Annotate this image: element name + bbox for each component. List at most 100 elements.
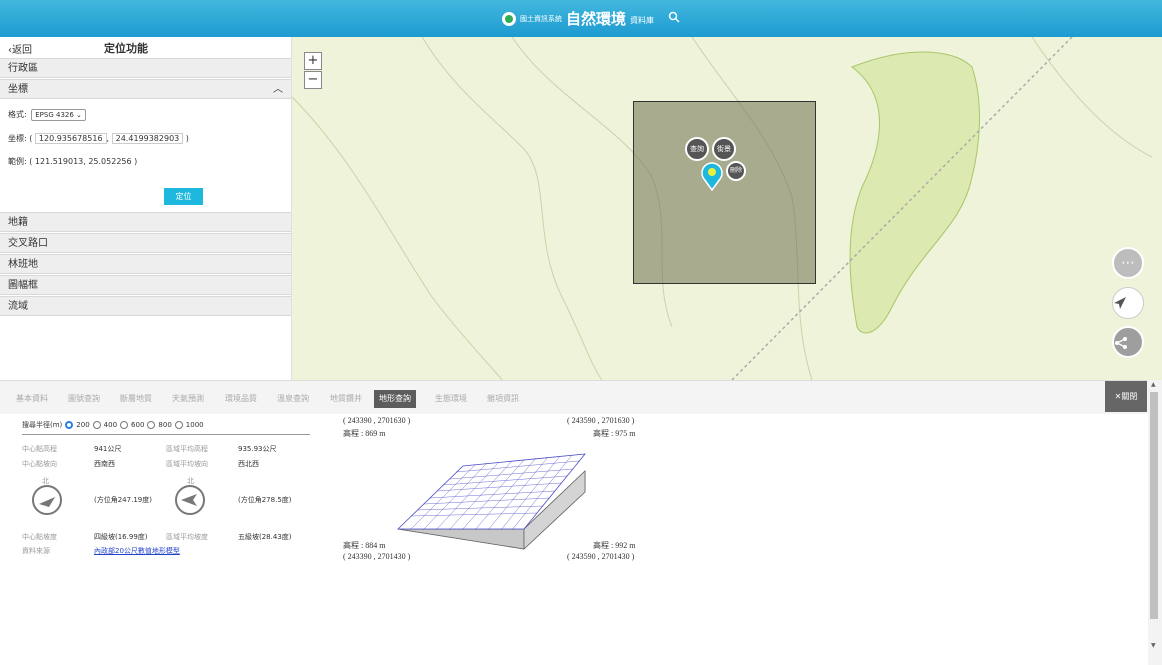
tab-drill[interactable]: 地質鑽井: [330, 390, 362, 408]
bl-coord: ( 243390 , 2701430 ): [343, 552, 411, 561]
panel-topbar: ‹返回 定位功能: [0, 37, 291, 57]
tab-hotspring[interactable]: 溫泉查詢: [277, 390, 309, 408]
scroll-thumb[interactable]: [1150, 392, 1158, 619]
tab-basic[interactable]: 基本資料: [16, 390, 48, 408]
close-button[interactable]: ✕關閉: [1105, 381, 1147, 412]
chevron-up-icon: ︿: [273, 84, 283, 95]
page-title: 定位功能: [104, 42, 148, 55]
more-options-button[interactable]: ⋯: [1112, 247, 1144, 279]
format-label: 格式:: [8, 110, 27, 119]
format-value: EPSG 4326: [35, 111, 74, 119]
radius-option: 600: [131, 421, 145, 429]
tab-weather[interactable]: 天氣預測: [172, 390, 204, 408]
source-label: 資料來源: [22, 547, 50, 555]
navigate-icon: [1114, 297, 1126, 309]
radius-radio-600[interactable]: [120, 421, 129, 429]
tab-environment[interactable]: 環境品質: [225, 390, 257, 408]
chevron-down-icon: ⌄: [76, 111, 82, 119]
back-button[interactable]: ‹返回: [8, 41, 32, 56]
center-slope-value: 四級坡(16.99度): [94, 533, 148, 541]
area-angle: (方位角278.5度): [238, 496, 292, 504]
locate-button[interactable]: 定位: [164, 188, 203, 205]
tl-coord: ( 243390 , 2701630 ): [343, 416, 411, 425]
tab-ecology[interactable]: 生態環境: [435, 390, 467, 408]
section-label: 圖幅框: [8, 280, 38, 291]
scrollbar[interactable]: ▲ ▼: [1148, 380, 1162, 665]
app-subtitle: 資料庫: [630, 16, 655, 25]
center-aspect-label: 中心點坡向: [22, 460, 57, 468]
section-label: 行政區: [8, 63, 38, 74]
area-elev-label: 區域平均高程: [166, 445, 208, 453]
section-label: 地籍: [8, 217, 28, 228]
compass-icon: [175, 485, 205, 515]
query-button[interactable]: 查詢: [685, 137, 709, 161]
compass-icon: [32, 485, 62, 515]
tr-elev: 高程 : 975 m: [593, 429, 636, 438]
area-elev-value: 935.93公尺: [238, 445, 277, 453]
source-link[interactable]: 內政部20公尺數值地形模型: [94, 546, 180, 556]
more-icon: ⋯: [1121, 255, 1135, 271]
area-aspect-label: 區域平均坡向: [166, 460, 208, 468]
radius-radio-400[interactable]: [92, 421, 101, 429]
radius-option: 200: [76, 421, 90, 429]
scroll-down-icon[interactable]: ▼: [1151, 642, 1156, 649]
coord-y-input[interactable]: 24.4199382903: [111, 133, 184, 144]
locate-panel: ‹返回 定位功能 行政區 坐標 ︿ 格式: EPSG 4326 ⌄ 坐標: ( 1…: [0, 37, 292, 380]
delete-button[interactable]: 刪除: [726, 161, 746, 181]
area-slope-label: 區域平均坡度: [166, 533, 208, 541]
area-slope-value: 五級坡(28.43度): [238, 533, 292, 541]
coord-label: 坐標: (: [8, 134, 33, 143]
tab-fault[interactable]: 斷層地質: [120, 390, 152, 408]
query-tabs: 基本資料 圖號查詢 斷層地質 天氣預測 環境品質 溫泉查詢 地質鑽井 地形查詢 …: [0, 380, 1148, 414]
zoom-out-button[interactable]: −: [304, 71, 322, 89]
section-coordinate[interactable]: 坐標 ︿: [0, 79, 291, 99]
comma: ,: [106, 134, 110, 143]
coord-x-input[interactable]: 120.935678516: [34, 133, 107, 144]
center-angle: (方位角247.19度): [94, 496, 152, 504]
format-row: 格式: EPSG 4326 ⌄: [8, 109, 86, 121]
section-label: 坐標: [8, 84, 28, 95]
streetview-button[interactable]: 街景: [712, 137, 736, 161]
close-paren: ): [185, 134, 189, 143]
section-forest[interactable]: 林班地: [0, 254, 291, 274]
section-label: 交叉路口: [8, 238, 48, 249]
section-admin[interactable]: 行政區: [0, 58, 291, 78]
example-text: 範例: ( 121.519013, 25.052256 ): [8, 157, 138, 166]
bl-elev: 高程 : 884 m: [343, 541, 386, 550]
zoom-in-button[interactable]: +: [304, 52, 322, 70]
section-cadastral[interactable]: 地籍: [0, 212, 291, 232]
tab-terrain[interactable]: 地形查詢: [374, 390, 416, 408]
location-pin-icon[interactable]: [700, 161, 724, 191]
coordinate-form: 格式: EPSG 4326 ⌄ 坐標: ( 120.935678516, 24.…: [0, 99, 291, 211]
terrain-3d-view: ( 243390 , 2701630 ) 高程 : 869 m ( 243590…: [340, 414, 650, 564]
center-slope-label: 中心點坡度: [22, 533, 57, 541]
my-location-button[interactable]: [1112, 287, 1144, 319]
terrain-block-icon: [397, 453, 586, 550]
map-view[interactable]: + − 查詢 街景 刪除 ⋯: [292, 37, 1162, 380]
radius-radio-800[interactable]: [147, 421, 156, 429]
share-button[interactable]: [1112, 326, 1144, 358]
center-elev-label: 中心點高程: [22, 445, 57, 453]
logo-icon: [502, 11, 516, 26]
br-coord: ( 243590 , 2701430 ): [567, 552, 635, 561]
radius-radio-200[interactable]: [65, 421, 74, 429]
tab-misc[interactable]: 雜項資訊: [487, 390, 519, 408]
section-basin[interactable]: 流域: [0, 296, 291, 316]
system-name: 國土資訊系統: [520, 14, 562, 23]
section-label: 流域: [8, 301, 28, 312]
app-title: 自然環境: [566, 10, 627, 28]
radius-radio-1000[interactable]: [174, 421, 183, 429]
radius-label: 搜尋半徑(m): [22, 421, 63, 429]
scroll-up-icon[interactable]: ▲: [1151, 381, 1156, 388]
section-intersection[interactable]: 交叉路口: [0, 233, 291, 253]
back-label: 返回: [12, 45, 32, 56]
section-mapframe[interactable]: 圖幅框: [0, 275, 291, 295]
share-icon: [1115, 337, 1127, 349]
format-select[interactable]: EPSG 4326 ⌄: [31, 109, 86, 121]
tab-map-number[interactable]: 圖號查詢: [68, 390, 100, 408]
br-elev: 高程 : 992 m: [593, 541, 636, 550]
center-elev-value: 941公尺: [94, 445, 122, 453]
app-header: 國土資訊系統 自然環境 資料庫: [0, 0, 1162, 37]
search-icon[interactable]: [668, 11, 680, 26]
header-brand[interactable]: 國土資訊系統 自然環境 資料庫: [502, 8, 680, 29]
